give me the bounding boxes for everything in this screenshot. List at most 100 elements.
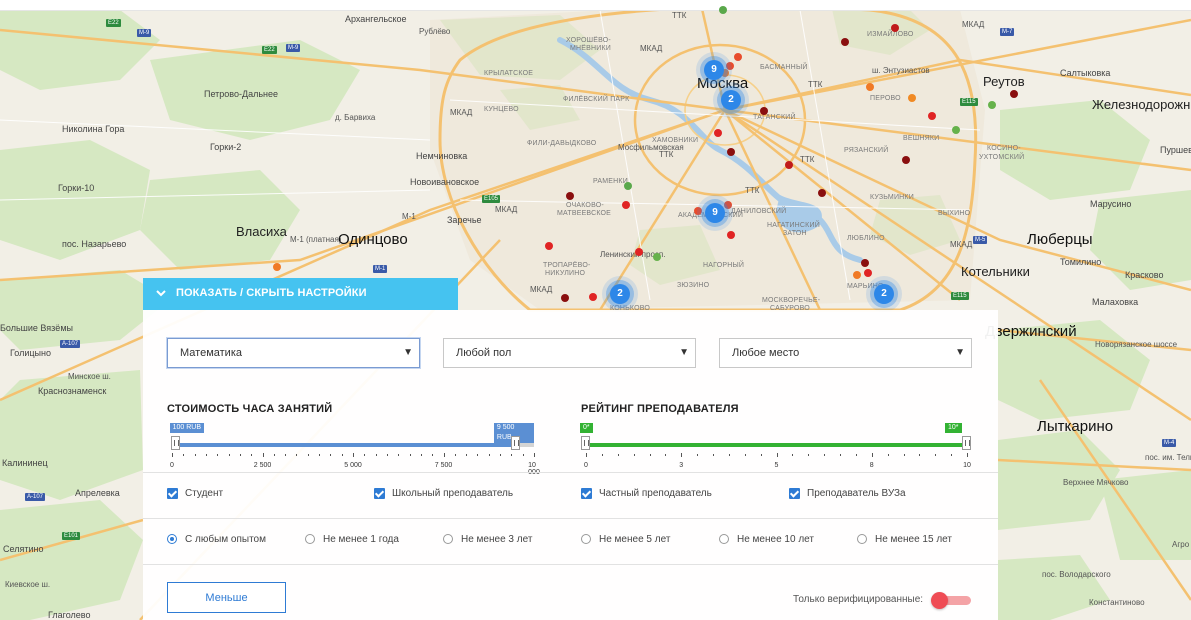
map-place-label: ДАНИЛОВСКИЙ (731, 208, 787, 215)
caret-down-icon: ▼ (679, 347, 689, 358)
tutor-marker[interactable] (635, 248, 643, 256)
rating-max-handle[interactable] (962, 436, 971, 450)
radio-any-experience[interactable]: С любым опытом (167, 534, 266, 545)
slider-tick-label: 8 (869, 462, 874, 469)
map-road-label: ТТК (800, 155, 815, 164)
tutor-marker[interactable] (273, 263, 281, 271)
tutor-marker[interactable] (988, 101, 996, 109)
verified-only-toggle[interactable] (931, 592, 971, 609)
checkbox-checked-icon (789, 488, 800, 499)
map-place-label: Апрелевка (75, 488, 120, 498)
tutor-marker[interactable] (589, 293, 597, 301)
tutor-marker[interactable] (622, 201, 630, 209)
tutor-cluster[interactable]: 2 (610, 284, 630, 304)
checkbox-student[interactable]: Студент (167, 488, 223, 499)
subject-select-value: Математика (180, 347, 242, 359)
toggle-settings-button[interactable]: ПОКАЗАТЬ / СКРЫТЬ НАСТРОЙКИ (143, 278, 458, 310)
map-place-label: БАСМАННЫЙ (760, 64, 808, 71)
radio-experience-10-label: Не менее 10 лет (737, 534, 814, 545)
road-number-badge: M-9 (137, 29, 152, 37)
tutor-marker[interactable] (864, 269, 872, 277)
slider-tick (251, 454, 253, 456)
checkbox-student-label: Студент (185, 488, 224, 500)
tutor-marker[interactable] (719, 6, 727, 14)
tutor-marker[interactable] (727, 231, 735, 239)
tutor-marker[interactable] (545, 242, 553, 250)
tutor-marker[interactable] (566, 192, 574, 200)
tutor-marker[interactable] (734, 53, 742, 61)
map-place-label: Минское ш. (68, 372, 111, 381)
map-place-label: Николина Гора (62, 124, 125, 134)
tutor-cluster[interactable]: 9 (704, 60, 724, 80)
map-road-label: МКАД (640, 44, 663, 53)
map-place-label: пос. Володарского (1042, 570, 1111, 579)
tutor-marker[interactable] (561, 294, 569, 302)
tutor-marker[interactable] (952, 126, 960, 134)
map-place-label: ОЧАКОВО- (566, 202, 604, 209)
tutor-marker[interactable] (694, 207, 702, 215)
map-road-label: МКАД (962, 20, 985, 29)
radio-icon (857, 534, 867, 545)
tutor-marker[interactable] (727, 148, 735, 156)
price-max-handle[interactable] (510, 436, 520, 450)
tutor-marker[interactable] (724, 201, 732, 209)
tutor-marker[interactable] (653, 253, 661, 261)
map-place-label: Люберцы (1027, 231, 1093, 248)
tutor-marker[interactable] (818, 189, 826, 197)
rating-min-handle[interactable] (581, 436, 590, 450)
tutor-marker[interactable] (785, 161, 793, 169)
checkbox-private-teacher[interactable]: Частный преподаватель (581, 488, 712, 499)
price-slider[interactable]: 100 RUB 9 500 RUB 02 5005 0007 50010 000 (169, 423, 540, 476)
tutor-marker[interactable] (841, 38, 849, 46)
radio-experience-1[interactable]: Не менее 1 года (305, 534, 399, 545)
slider-tick (511, 454, 513, 456)
tutor-cluster[interactable]: 2 (874, 284, 894, 304)
radio-experience-15[interactable]: Не менее 15 лет (857, 534, 952, 545)
tutor-marker[interactable] (714, 129, 722, 137)
tutor-cluster[interactable]: 9 (705, 203, 725, 223)
slider-tick (172, 453, 173, 457)
checkbox-university-teacher[interactable]: Преподаватель ВУЗа (789, 488, 906, 499)
tutor-marker[interactable] (1010, 90, 1018, 98)
slider-tick-label: 3 (679, 462, 684, 469)
checkbox-private-teacher-label: Частный преподаватель (599, 488, 712, 500)
rating-track-fill (586, 443, 967, 447)
top-bar (0, 0, 1191, 11)
map-place-label: Котельники (961, 264, 1030, 279)
map-road-label: M-1 (402, 212, 416, 221)
road-number-badge: M-7 (1000, 28, 1015, 36)
map-place-label: Петрово-Дальнее (204, 89, 279, 99)
map-place-label: МАТВЕЕВСКОЕ (557, 210, 612, 217)
tutor-cluster[interactable]: 2 (721, 90, 741, 110)
less-button[interactable]: Меньше (167, 582, 286, 613)
map-place-label: Горки-2 (210, 142, 242, 152)
tutor-marker[interactable] (760, 107, 768, 115)
tutor-marker[interactable] (891, 24, 899, 32)
place-select[interactable]: Любое место ▼ (719, 338, 972, 368)
rating-slider[interactable]: 0* 10* 0 3 5 8 10 (580, 423, 971, 473)
tutor-marker[interactable] (866, 83, 874, 91)
map-road-label: ТТК (745, 186, 760, 195)
map-road-label: Киевское ш. (5, 580, 51, 589)
subject-select[interactable]: Математика ▼ (167, 338, 420, 368)
tutor-marker[interactable] (624, 182, 632, 190)
price-min-handle[interactable] (170, 436, 180, 450)
slider-tick (792, 454, 794, 456)
map-place-label: Горки-10 (58, 183, 95, 193)
gender-select[interactable]: Любой пол ▼ (443, 338, 696, 368)
checkbox-school-teacher[interactable]: Школьный преподаватель (374, 488, 513, 499)
radio-experience-10[interactable]: Не менее 10 лет (719, 534, 814, 545)
map-place-label: Заречье (447, 215, 482, 225)
slider-tick-label: 2 500 (253, 462, 272, 469)
tutor-marker[interactable] (861, 259, 869, 267)
tutor-marker[interactable] (902, 156, 910, 164)
tutor-marker[interactable] (928, 112, 936, 120)
map-place-label: Дзержинский (985, 323, 1077, 340)
map-place-label: Пуршево (1160, 145, 1191, 155)
tutor-marker[interactable] (853, 271, 861, 279)
slider-tick (432, 454, 434, 456)
radio-experience-5[interactable]: Не менее 5 лет (581, 534, 670, 545)
slider-tick (296, 454, 298, 456)
radio-experience-3[interactable]: Не менее 3 лет (443, 534, 532, 545)
tutor-marker[interactable] (908, 94, 916, 102)
